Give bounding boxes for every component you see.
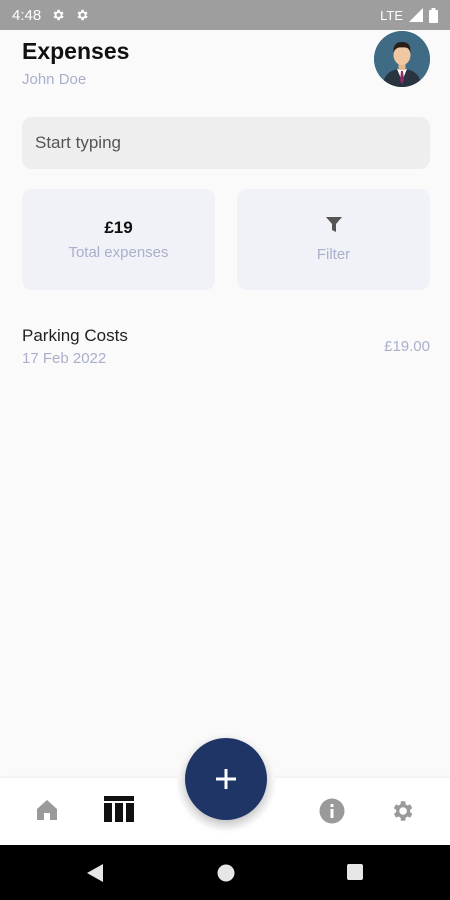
expense-date: 17 Feb 2022 <box>22 350 107 367</box>
header: Expenses John Doe <box>0 30 450 100</box>
recents-square-icon[interactable] <box>346 863 364 886</box>
list-item[interactable]: Parking Costs 17 Feb 2022 £19.00 <box>22 322 430 372</box>
status-bar: 4:48 LTE <box>0 0 450 30</box>
add-expense-button[interactable] <box>185 738 267 820</box>
total-amount: £19 <box>104 218 133 237</box>
gear-icon <box>75 8 89 22</box>
filter-icon <box>325 216 342 238</box>
avatar[interactable] <box>374 31 430 87</box>
gear-icon[interactable] <box>389 798 415 829</box>
status-time: 4:48 <box>12 6 42 24</box>
search-input[interactable] <box>22 117 430 169</box>
table-icon[interactable] <box>104 796 134 827</box>
user-name: John Doe <box>22 71 87 88</box>
add-icon <box>216 769 236 789</box>
signal-icon <box>409 8 423 22</box>
filter-label: Filter <box>316 245 351 263</box>
total-label: Total expenses <box>68 244 169 261</box>
home-circle-icon[interactable] <box>216 863 236 888</box>
system-navigation-bar <box>0 845 450 900</box>
total-expenses-card: £19 Total expenses <box>22 189 215 290</box>
page-title: Expenses <box>22 38 130 64</box>
expense-amount: £19.00 <box>384 338 430 355</box>
battery-icon <box>429 7 438 23</box>
back-icon[interactable] <box>86 863 104 888</box>
avatar-person-icon <box>374 31 430 87</box>
network-type: LTE <box>380 7 403 23</box>
home-icon[interactable] <box>35 798 59 827</box>
filter-button[interactable]: Filter <box>237 189 430 290</box>
gear-icon <box>51 8 65 22</box>
info-icon[interactable] <box>319 798 345 829</box>
expense-name: Parking Costs <box>22 326 128 345</box>
